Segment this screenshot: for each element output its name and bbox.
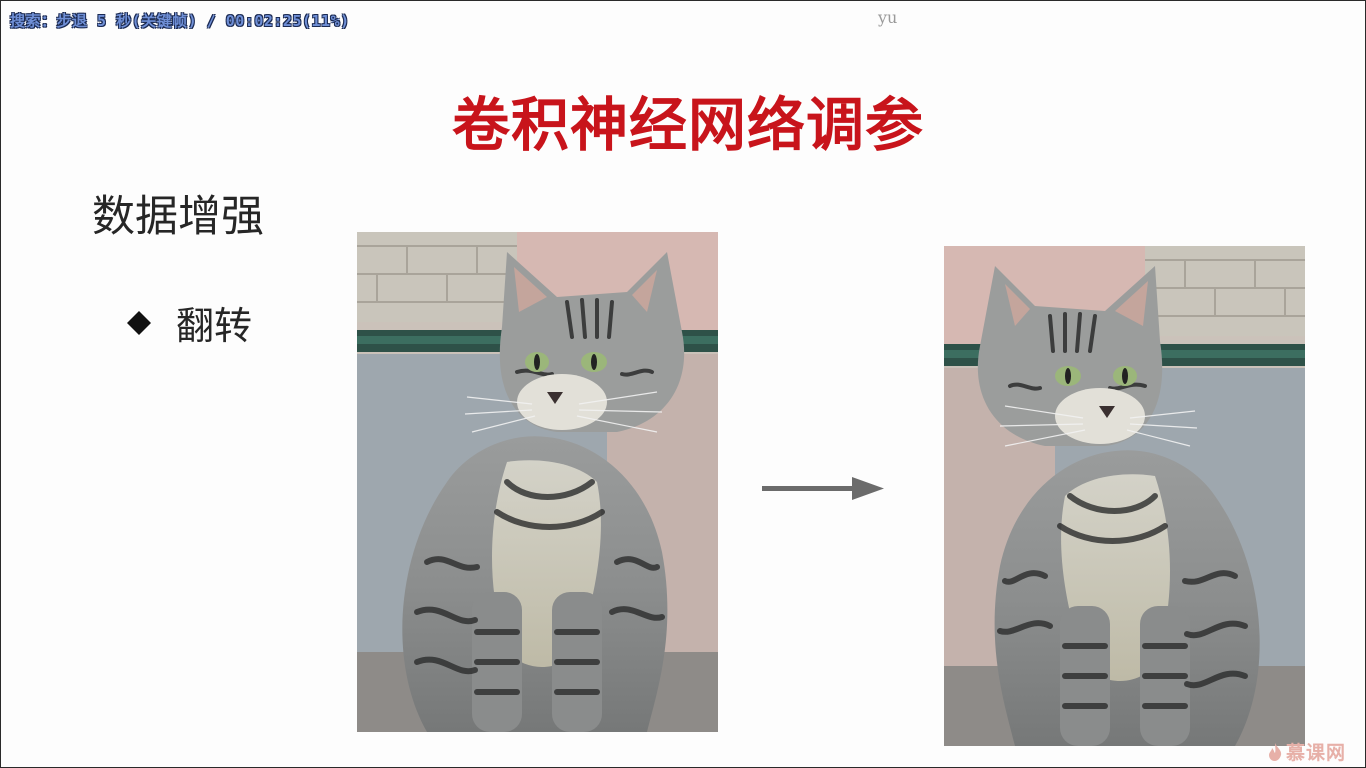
cat-photo-original — [357, 232, 718, 732]
section-heading: 数据增强 — [92, 192, 264, 242]
brand-label: 慕课网 — [1286, 742, 1347, 764]
brand-watermark: 慕课网 — [1266, 738, 1346, 765]
diamond-bullet-icon — [126, 310, 152, 336]
bullet-item-flip: 翻转 — [126, 295, 252, 350]
slide-title: 卷积神经网络调参 — [451, 91, 924, 159]
watermark-text: yu — [878, 8, 898, 27]
cat-photo-flipped — [944, 246, 1305, 746]
right-arrow-icon — [762, 475, 886, 503]
bullet-label: 翻转 — [176, 304, 253, 348]
flame-logo-icon — [1266, 742, 1284, 762]
player-osd-status: 搜索：步退 5 秒(关键帧) / 00:02:25(11%) — [10, 12, 350, 30]
